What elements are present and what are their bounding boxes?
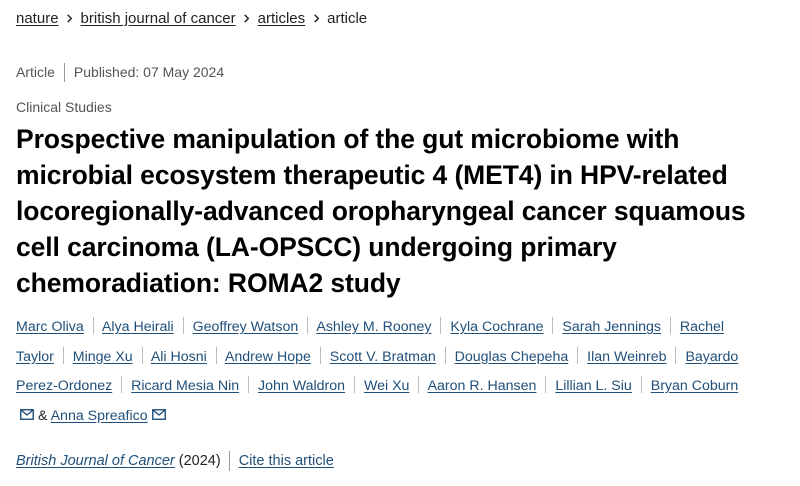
author-separator: [675, 346, 677, 364]
author-link[interactable]: Aaron R. Hansen: [428, 378, 537, 394]
author-separator: [640, 376, 642, 393]
published-date: Published: 07 May 2024: [73, 64, 225, 80]
article-title: Prospective manipulation of the gut micr…: [16, 124, 746, 298]
envelope-icon[interactable]: [20, 408, 34, 420]
author-separator: [62, 346, 64, 364]
author-separator: [92, 317, 94, 334]
author-link[interactable]: Douglas Chepeha: [455, 349, 569, 365]
citation-year: (2024): [178, 453, 221, 469]
author-separator: [182, 317, 184, 334]
author-link[interactable]: Ali Hosni: [151, 349, 207, 365]
author-link[interactable]: Ilan Weinreb: [587, 349, 666, 365]
author-link[interactable]: Wei Xu: [364, 378, 409, 394]
author-separator: [577, 346, 579, 364]
citation-bar: British Journal of Cancer (2024) Cite th…: [16, 451, 334, 471]
author-link[interactable]: Lillian L. Siu: [555, 378, 632, 394]
author-separator: [552, 317, 554, 334]
article-section: Clinical Studies: [16, 99, 112, 115]
author-separator: [248, 376, 250, 393]
author-separator: [121, 376, 123, 393]
breadcrumb-current: article: [327, 9, 368, 27]
and-text: &: [37, 407, 48, 424]
author-link[interactable]: Anna Spreafico: [51, 408, 148, 424]
chevron-right-icon: [305, 10, 327, 27]
chevron-right-icon: [59, 10, 81, 27]
author-separator: [307, 317, 309, 334]
author-link[interactable]: Alya Heirali: [102, 319, 174, 335]
author-list: Marc Oliva Alya Heirali Geoffrey Watson …: [16, 313, 756, 431]
divider: [63, 62, 65, 82]
author-link[interactable]: Geoffrey Watson: [193, 319, 299, 335]
breadcrumb-link-articles[interactable]: articles: [258, 10, 306, 27]
breadcrumb-link-nature[interactable]: nature: [16, 10, 59, 27]
author-separator: [444, 346, 446, 364]
divider: [228, 451, 230, 471]
author-separator: [215, 346, 217, 364]
cite-this-article-link[interactable]: Cite this article: [239, 453, 334, 469]
author-link[interactable]: Andrew Hope: [225, 349, 311, 365]
article-meta: Article Published: 07 May 2024: [16, 62, 224, 82]
author-link[interactable]: John Waldron: [258, 378, 345, 394]
author-link[interactable]: Bryan Coburn: [651, 378, 739, 394]
author-separator: [545, 376, 547, 393]
author-link[interactable]: Kyla Cochrane: [450, 319, 543, 335]
author-separator: [418, 376, 420, 393]
author-separator: [354, 376, 355, 393]
journal-link[interactable]: British Journal of Cancer: [16, 453, 175, 469]
author-separator: [440, 317, 442, 334]
author-link[interactable]: Marc Oliva: [16, 319, 84, 335]
author-link[interactable]: Scott V. Bratman: [330, 349, 436, 365]
article-type: Article: [16, 64, 55, 80]
breadcrumb: nature british journal of cancer article…: [16, 8, 367, 28]
author-link[interactable]: Sarah Jennings: [562, 319, 661, 335]
author-separator: [669, 317, 671, 334]
author-separator: [141, 346, 143, 364]
author-link[interactable]: Ricard Mesia Nin: [131, 378, 239, 394]
author-link[interactable]: Ashley M. Rooney: [316, 319, 431, 335]
author-separator: [319, 346, 321, 364]
envelope-icon[interactable]: [151, 408, 166, 420]
author-link[interactable]: Minge Xu: [73, 349, 133, 365]
chevron-right-icon: [236, 10, 258, 27]
breadcrumb-link-journal[interactable]: british journal of cancer: [81, 10, 236, 27]
